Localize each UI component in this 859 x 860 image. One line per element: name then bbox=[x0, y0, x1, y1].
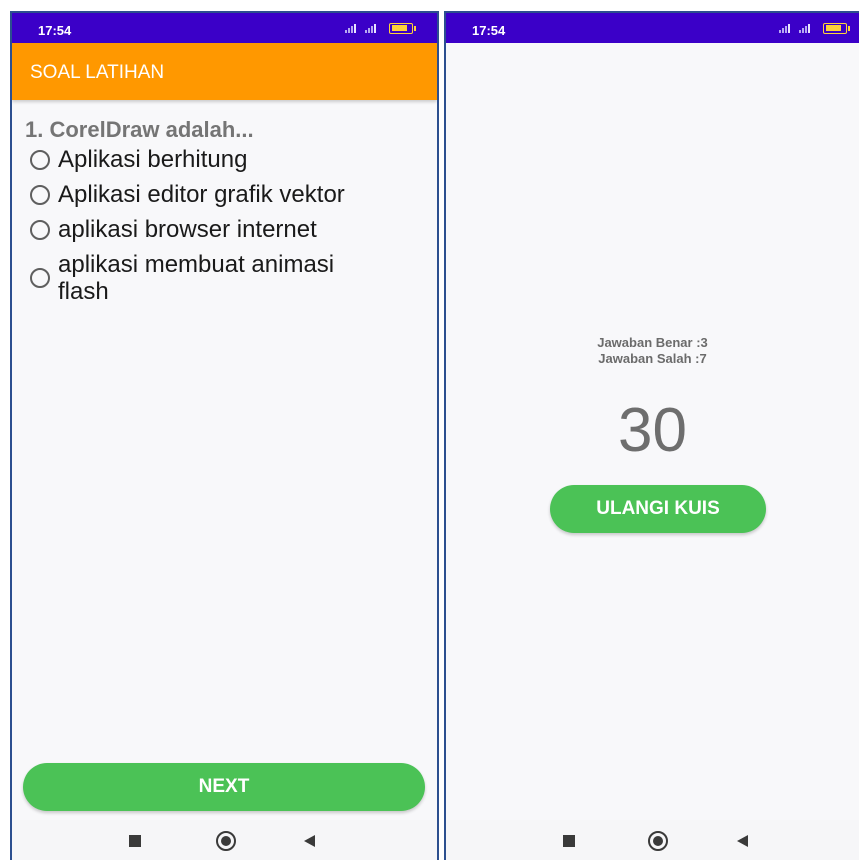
option-editor-grafik-vektor[interactable]: Aplikasi editor grafik vektor bbox=[30, 181, 410, 208]
score-summary: Jawaban Benar :3 Jawaban Salah :7 bbox=[446, 335, 859, 367]
home-circle-icon[interactable] bbox=[648, 831, 668, 851]
option-label: aplikasi membuat animasi flash bbox=[58, 251, 335, 305]
score-value: 30 bbox=[618, 396, 687, 465]
battery-icon bbox=[823, 23, 850, 34]
option-browser-internet[interactable]: aplikasi browser internet bbox=[30, 216, 410, 243]
radio-icon[interactable] bbox=[30, 219, 50, 240]
option-animasi-flash[interactable]: aplikasi membuat animasi flash bbox=[30, 251, 410, 305]
nav-bar bbox=[12, 820, 437, 860]
signal-icon bbox=[365, 24, 379, 33]
battery-icon bbox=[389, 23, 416, 34]
option-label: Aplikasi editor grafik vektor bbox=[58, 181, 345, 208]
screenshot-stage: 17:54 SOAL LATIHAN 1. CorelDraw adalah..… bbox=[0, 0, 859, 860]
status-time: 17:54 bbox=[38, 23, 72, 38]
wrong-count-text: Jawaban Salah :7 bbox=[598, 351, 707, 366]
status-icons bbox=[779, 23, 850, 34]
home-circle-icon[interactable] bbox=[216, 831, 236, 851]
status-bar: 17:54 bbox=[12, 13, 437, 43]
option-label: aplikasi browser internet bbox=[58, 216, 317, 243]
radio-icon[interactable] bbox=[30, 149, 50, 170]
signal-icon bbox=[799, 24, 813, 33]
next-button[interactable]: NEXT bbox=[23, 763, 425, 811]
question-text: 1. CorelDraw adalah... bbox=[25, 117, 254, 142]
quiz-screen: 17:54 SOAL LATIHAN 1. CorelDraw adalah..… bbox=[10, 11, 439, 860]
back-triangle-icon[interactable] bbox=[737, 835, 748, 847]
option-label: Aplikasi berhitung bbox=[58, 146, 248, 173]
nav-bar bbox=[446, 820, 859, 860]
option-berhitung[interactable]: Aplikasi berhitung bbox=[30, 146, 410, 173]
signal-icon bbox=[779, 24, 793, 33]
recents-square-icon[interactable] bbox=[129, 835, 141, 847]
radio-icon[interactable] bbox=[30, 268, 50, 288]
status-bar: 17:54 bbox=[446, 13, 859, 43]
status-icons bbox=[345, 23, 416, 34]
result-screen: 17:54 Jawaban Benar :3 Jawaban Salah :7 … bbox=[444, 11, 859, 860]
app-bar-title: SOAL LATIHAN bbox=[30, 62, 165, 83]
answer-options: Aplikasi berhitung Aplikasi editor grafi… bbox=[30, 146, 410, 313]
status-time: 17:54 bbox=[472, 23, 506, 38]
retry-quiz-button[interactable]: ULANGI KUIS bbox=[550, 485, 766, 533]
recents-square-icon[interactable] bbox=[563, 835, 575, 847]
app-bar: SOAL LATIHAN bbox=[12, 43, 437, 100]
signal-icon bbox=[345, 24, 359, 33]
correct-count-text: Jawaban Benar :3 bbox=[597, 335, 708, 350]
back-triangle-icon[interactable] bbox=[304, 835, 315, 847]
radio-icon[interactable] bbox=[30, 184, 50, 205]
